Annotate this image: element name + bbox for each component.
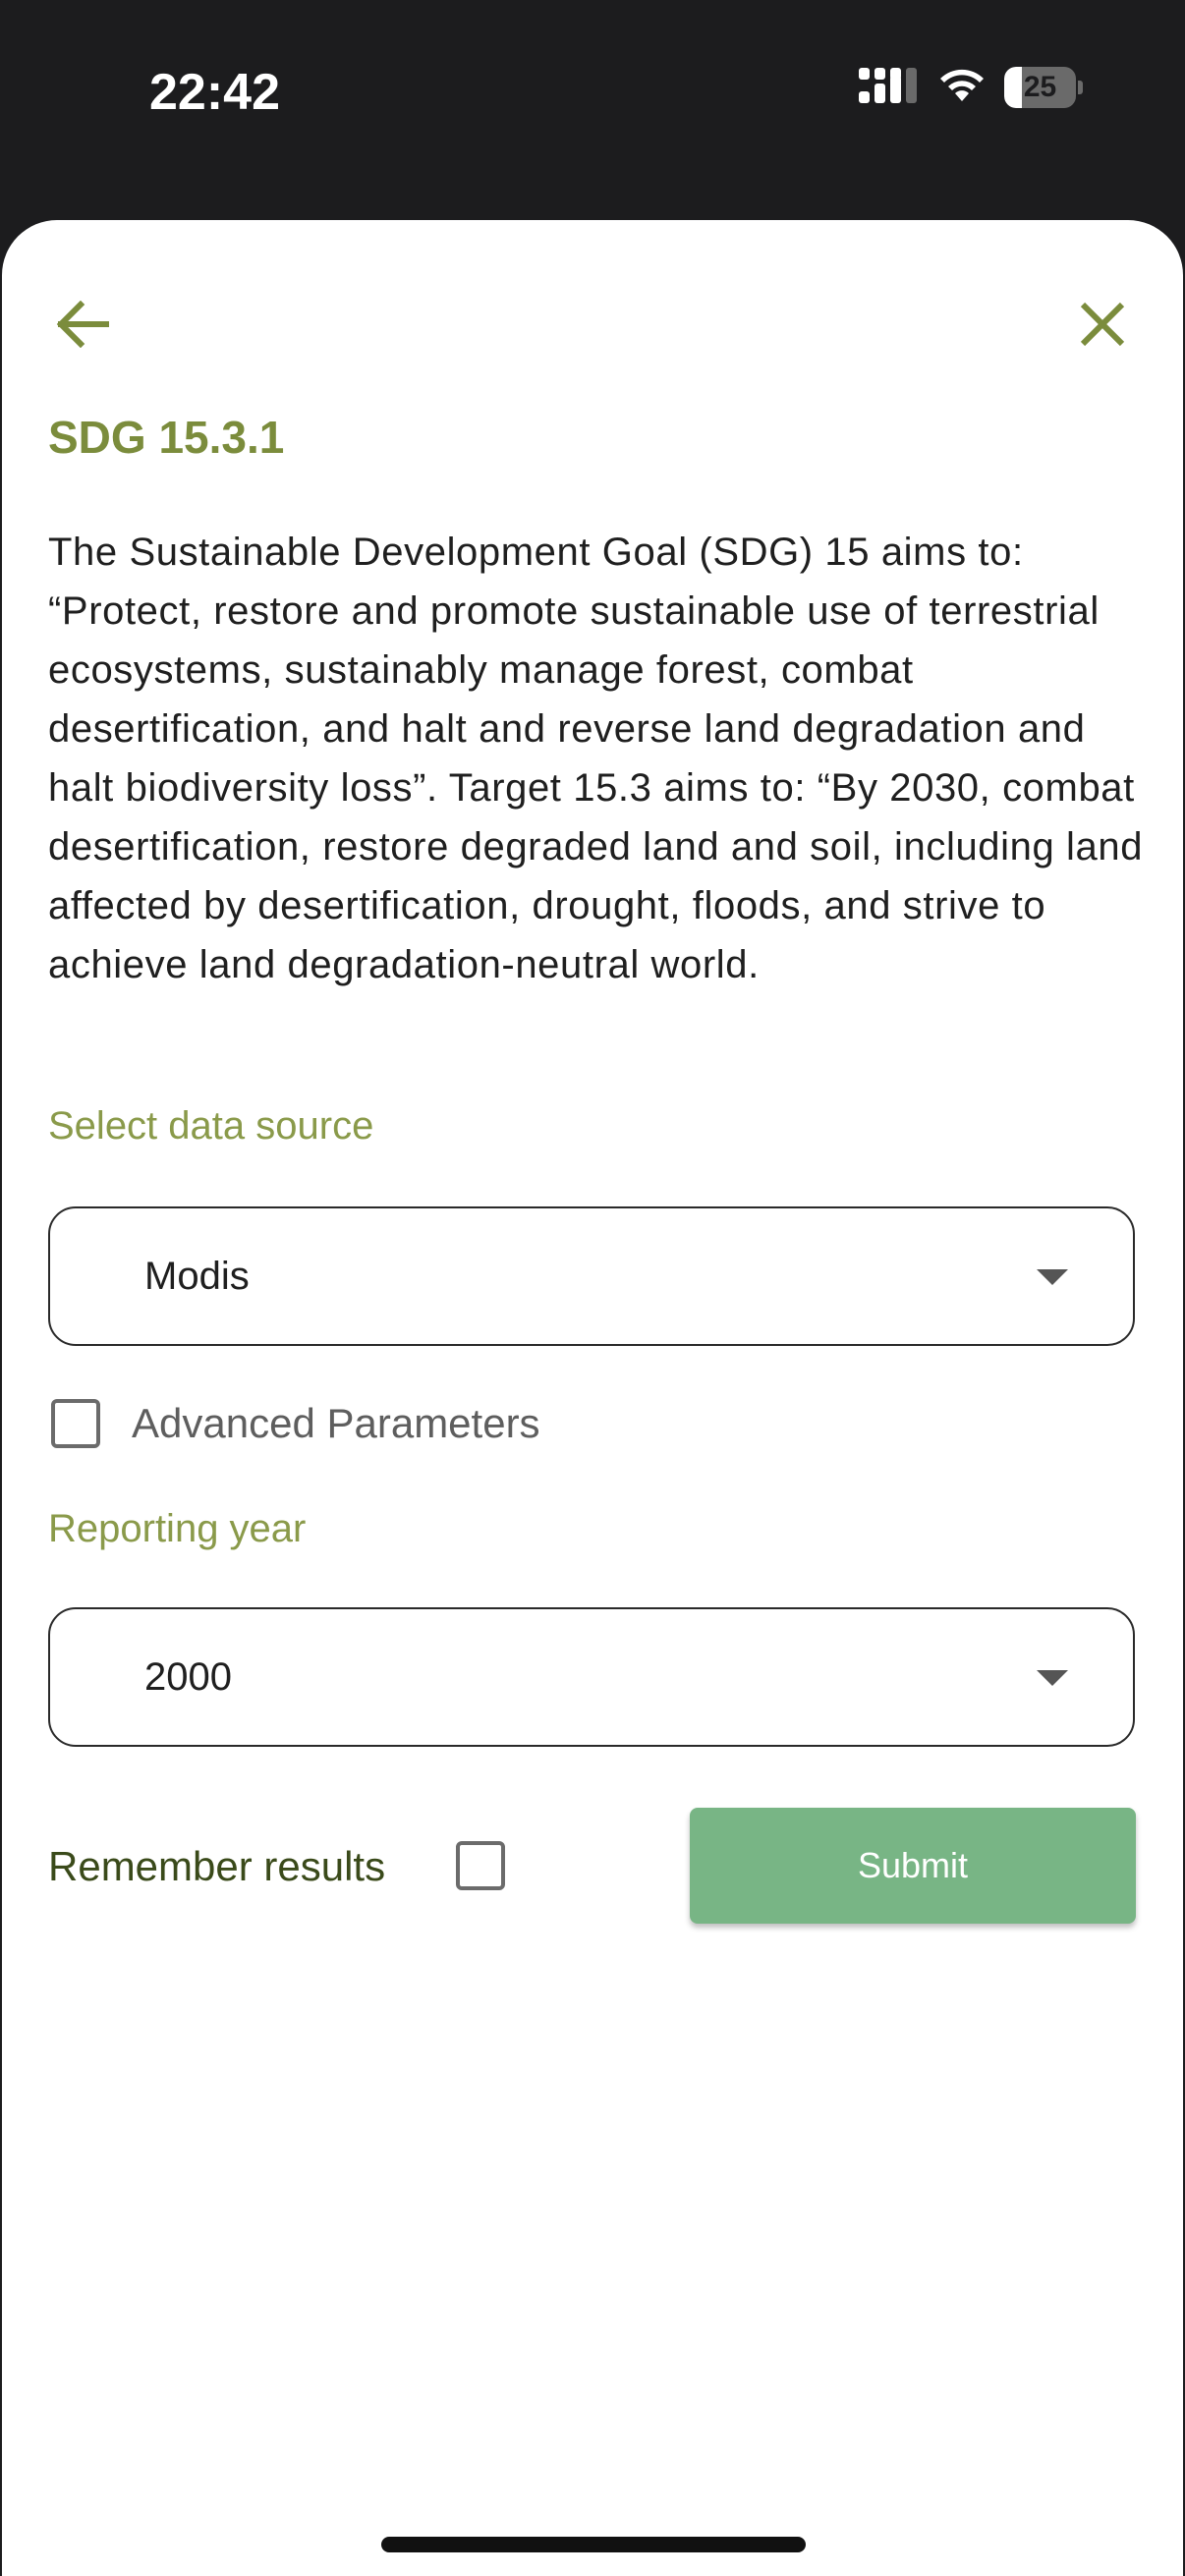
battery-tip bbox=[1078, 81, 1083, 94]
reporting-year-value: 2000 bbox=[144, 1655, 232, 1699]
data-source-value: Modis bbox=[144, 1255, 250, 1298]
status-bar: 22:42 25 bbox=[0, 0, 1185, 183]
status-time: 22:42 bbox=[149, 64, 280, 121]
caret-down-icon bbox=[1037, 1670, 1068, 1686]
battery-level: 25 bbox=[1023, 71, 1057, 103]
caret-down-icon bbox=[1037, 1269, 1068, 1285]
battery-icon: 25 bbox=[1004, 67, 1083, 108]
arrow-left-icon bbox=[55, 300, 110, 353]
status-icons: 25 bbox=[859, 67, 1083, 108]
page-title: SDG 15.3.1 bbox=[48, 412, 285, 463]
reporting-year-label: Reporting year bbox=[48, 1507, 307, 1550]
reporting-year-select[interactable]: 2000 bbox=[48, 1607, 1135, 1747]
remember-results-checkbox[interactable] bbox=[456, 1841, 505, 1890]
battery-body: 25 bbox=[1004, 67, 1077, 108]
close-icon bbox=[1079, 301, 1126, 353]
remember-results-label: Remember results bbox=[48, 1843, 386, 1889]
wifi-icon bbox=[937, 68, 987, 108]
bottom-sheet: SDG 15.3.1 The Sustainable Development G… bbox=[2, 220, 1183, 2576]
close-button[interactable] bbox=[1063, 287, 1142, 365]
data-source-label: Select data source bbox=[48, 1104, 374, 1148]
advanced-parameters-checkbox[interactable] bbox=[51, 1399, 100, 1448]
data-source-select[interactable]: Modis bbox=[48, 1206, 1135, 1346]
back-button[interactable] bbox=[43, 287, 122, 365]
cellular-signal-icon bbox=[859, 67, 920, 108]
submit-button[interactable]: Submit bbox=[690, 1808, 1136, 1924]
description-text: The Sustainable Development Goal (SDG) 1… bbox=[48, 531, 1144, 986]
advanced-parameters-label: Advanced Parameters bbox=[132, 1400, 540, 1446]
home-indicator bbox=[381, 2537, 806, 2552]
